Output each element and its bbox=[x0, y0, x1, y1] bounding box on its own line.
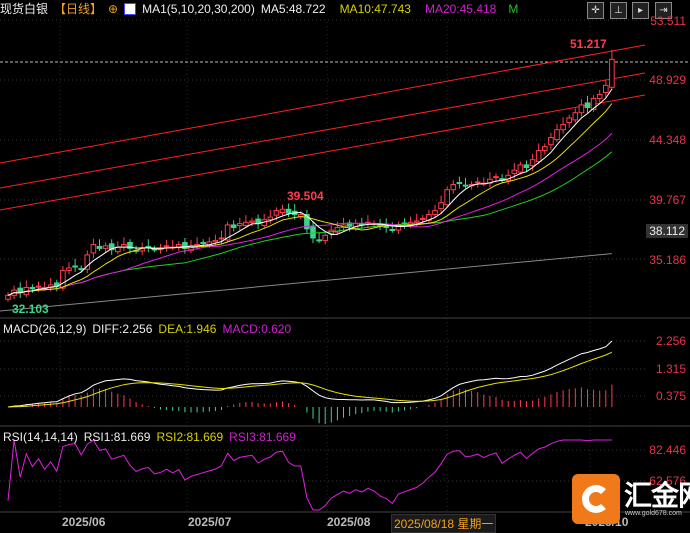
candle-body bbox=[511, 169, 518, 174]
price-axis-label: 35.186 bbox=[649, 253, 686, 267]
candle-body bbox=[90, 243, 97, 254]
candle-body bbox=[72, 265, 78, 268]
candle-body bbox=[596, 93, 603, 99]
candle-body bbox=[273, 210, 280, 216]
logo-icon bbox=[582, 485, 610, 513]
candle-body bbox=[542, 146, 548, 152]
high-annotation: 51.217 bbox=[570, 37, 607, 51]
macd-label: MACD(26,12,9) bbox=[3, 322, 87, 336]
candle-body bbox=[35, 285, 42, 288]
candle-body bbox=[5, 294, 11, 300]
rsi2-value: RSI2:81.669 bbox=[156, 430, 224, 444]
x-axis-label: 2025/07 bbox=[188, 515, 232, 529]
cursor-date-label: 2025/08/18 星期一 bbox=[391, 514, 497, 533]
candle-body bbox=[438, 202, 444, 210]
candle-body bbox=[413, 220, 420, 223]
candle-body bbox=[102, 245, 109, 249]
candle-body bbox=[389, 228, 396, 231]
ma20-line bbox=[7, 132, 613, 296]
candle-body bbox=[548, 137, 554, 146]
macd-diff-line bbox=[7, 340, 613, 408]
candle-body bbox=[78, 268, 85, 271]
candle-body bbox=[243, 221, 249, 227]
price-chart[interactable] bbox=[0, 0, 690, 531]
swing-high-annotation: 39.504 bbox=[287, 189, 324, 203]
rsi-legend: RSI(14,14,14) RSI1:81.669 RSI2:81.669 RS… bbox=[3, 430, 296, 444]
low-annotation: 32.103 bbox=[12, 302, 49, 316]
x-axis-label: 2025/08 bbox=[327, 515, 371, 529]
candle-body bbox=[60, 270, 66, 289]
candle-body bbox=[267, 216, 274, 221]
candle-body bbox=[200, 242, 206, 245]
price-axis-label: 39.767 bbox=[649, 193, 686, 207]
candle-body bbox=[462, 184, 469, 187]
candle-body bbox=[456, 182, 463, 185]
macd-axis-label: 1.315 bbox=[655, 362, 686, 376]
gold678-logo bbox=[572, 474, 620, 524]
candle-body bbox=[474, 181, 481, 184]
candle-body bbox=[322, 234, 328, 242]
candle-body bbox=[310, 226, 316, 239]
candle-body bbox=[66, 267, 72, 272]
price-axis-label: 53.511 bbox=[650, 14, 686, 28]
candle-body bbox=[432, 210, 438, 215]
price-axis-label: 48.929 bbox=[649, 73, 686, 87]
rsi-line bbox=[7, 439, 612, 511]
candle-body bbox=[535, 150, 542, 163]
candle-body bbox=[523, 164, 530, 169]
candle-body bbox=[529, 159, 536, 167]
trend-channel-line bbox=[0, 72, 646, 189]
candle-body bbox=[444, 189, 450, 206]
x-axis-label: 2025/06 bbox=[62, 515, 106, 529]
macd-diff: DIFF:2.256 bbox=[92, 322, 153, 336]
candle-body bbox=[316, 239, 322, 242]
macd-dea-line bbox=[7, 351, 613, 408]
current-price-tag: 38.112 bbox=[646, 224, 688, 238]
candle-body bbox=[517, 164, 524, 173]
candle-body bbox=[584, 102, 591, 109]
candle-body bbox=[560, 123, 566, 131]
candle-body bbox=[163, 245, 170, 248]
macd-axis-label: 2.256 bbox=[655, 334, 686, 348]
candle-body bbox=[237, 223, 243, 227]
candle-body bbox=[493, 176, 499, 179]
macd-legend: MACD(26,12,9) DIFF:2.256 DEA:1.946 MACD:… bbox=[3, 322, 291, 336]
trend-channel-line bbox=[0, 44, 646, 164]
candle-body bbox=[420, 217, 426, 220]
macd-axis-label: 0.375 bbox=[655, 389, 686, 403]
macd-value: MACD:0.620 bbox=[222, 322, 292, 336]
candle-body bbox=[279, 208, 286, 214]
candle-body bbox=[566, 117, 573, 124]
rsi3-value: RSI3:81.669 bbox=[229, 430, 296, 444]
rsi1-value: RSI1:81.669 bbox=[83, 430, 151, 444]
candle-body bbox=[609, 58, 615, 88]
candle-body bbox=[29, 287, 36, 290]
candle-body bbox=[96, 245, 103, 249]
candle-body bbox=[230, 224, 237, 229]
rsi-axis-label: 82.446 bbox=[649, 443, 686, 457]
candle-body bbox=[218, 237, 225, 240]
candle-body bbox=[554, 129, 560, 140]
candle-body bbox=[603, 84, 609, 94]
candle-body bbox=[450, 183, 457, 191]
candle-body bbox=[285, 208, 292, 214]
candle-body bbox=[572, 112, 579, 121]
rsi-label: RSI(14,14,14) bbox=[3, 430, 78, 444]
candle-body bbox=[578, 104, 585, 114]
candle-body bbox=[249, 220, 255, 223]
logo-url: www.gold678.com bbox=[625, 510, 682, 517]
price-axis-label: 44.348 bbox=[649, 133, 686, 147]
logo-name: 汇金网 bbox=[624, 480, 690, 511]
candle-body bbox=[212, 240, 219, 243]
macd-dea: DEA:1.946 bbox=[158, 322, 217, 336]
